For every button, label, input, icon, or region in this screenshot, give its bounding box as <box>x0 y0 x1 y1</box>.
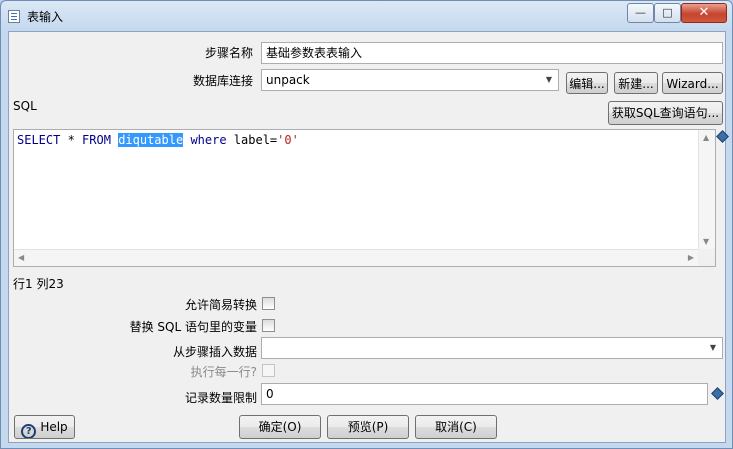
execute-each-row-checkbox[interactable] <box>262 364 275 377</box>
new-connection-button[interactable]: 新建... <box>614 72 658 94</box>
scroll-right-icon[interactable]: ▶ <box>688 253 694 262</box>
scroll-corner <box>698 249 715 266</box>
preview-button[interactable]: 预览(P) <box>327 415 409 439</box>
help-button-label: Help <box>40 420 68 434</box>
chevron-down-icon[interactable]: ▼ <box>704 338 722 358</box>
window-title: 表输入 <box>27 10 64 24</box>
chevron-down-icon[interactable]: ▼ <box>540 70 558 90</box>
limit-input[interactable]: 0 <box>261 383 708 405</box>
minimize-button[interactable]: — <box>627 3 654 23</box>
db-connection-label: 数据库连接 <box>192 74 253 88</box>
sql-text: SELECT * FROM diqutable where label='0' <box>17 133 299 147</box>
edit-connection-button[interactable]: 编辑... <box>566 72 608 94</box>
cursor-position: 行1 列23 <box>13 277 64 291</box>
ok-button[interactable]: 确定(O) <box>239 415 321 439</box>
sql-keyword-where: where <box>190 133 227 147</box>
dialog-body: 步骤名称 基础参数表表输入 数据库连接 unpack ▼ 编辑... 新建...… <box>8 31 729 443</box>
replace-vars-label: 替换 SQL 语句里的变量 <box>129 320 257 334</box>
insert-from-step-select[interactable]: ▼ <box>261 337 723 359</box>
limit-label: 记录数量限制 <box>184 391 257 405</box>
sql-horizontal-scrollbar[interactable]: ◀ ▶ <box>14 249 698 266</box>
sql-string-literal: '0' <box>277 133 299 147</box>
sql-vertical-scrollbar[interactable]: ▲ ▼ <box>698 130 715 249</box>
scroll-up-icon[interactable]: ▲ <box>703 133 709 142</box>
variable-hint-icon <box>711 387 724 400</box>
close-button[interactable]: ✕ <box>681 3 727 23</box>
cancel-button[interactable]: 取消(C) <box>415 415 497 439</box>
step-name-input[interactable]: 基础参数表表输入 <box>261 42 723 64</box>
sql-star: * <box>60 133 83 147</box>
step-name-label: 步骤名称 <box>204 46 253 60</box>
get-sql-button[interactable]: 获取SQL查询语句... <box>608 101 723 125</box>
title-bar[interactable]: 表输入 — □ ✕ <box>1 1 732 31</box>
help-icon: ? <box>21 424 37 438</box>
wizard-button[interactable]: Wizard... <box>662 72 723 94</box>
db-connection-select[interactable]: unpack ▼ <box>261 69 559 91</box>
table-input-icon <box>8 10 20 23</box>
sql-editor[interactable]: SELECT * FROM diqutable where label='0' … <box>13 129 716 267</box>
scroll-left-icon[interactable]: ◀ <box>18 253 24 262</box>
insert-from-step-label: 从步骤插入数据 <box>172 345 257 359</box>
lazy-conversion-checkbox[interactable] <box>262 297 275 310</box>
help-button[interactable]: ? Help <box>14 415 75 439</box>
sql-label: SQL <box>13 99 37 113</box>
sql-selected-table: diqutable <box>118 133 184 147</box>
db-connection-value: unpack <box>266 73 310 87</box>
replace-vars-checkbox[interactable] <box>262 319 275 332</box>
execute-each-row-label: 执行每一行? <box>190 365 257 379</box>
sql-keyword-from: FROM <box>82 133 111 147</box>
dialog-window: 表输入 — □ ✕ 步骤名称 基础参数表表输入 数据库连接 unpack ▼ 编… <box>0 0 733 449</box>
sql-keyword-select: SELECT <box>17 133 61 147</box>
sql-condition: label= <box>226 133 278 147</box>
maximize-button[interactable]: □ <box>654 3 681 23</box>
lazy-conversion-label: 允许简易转换 <box>184 298 257 312</box>
variable-hint-icon <box>716 130 729 143</box>
scroll-down-icon[interactable]: ▼ <box>703 237 709 246</box>
